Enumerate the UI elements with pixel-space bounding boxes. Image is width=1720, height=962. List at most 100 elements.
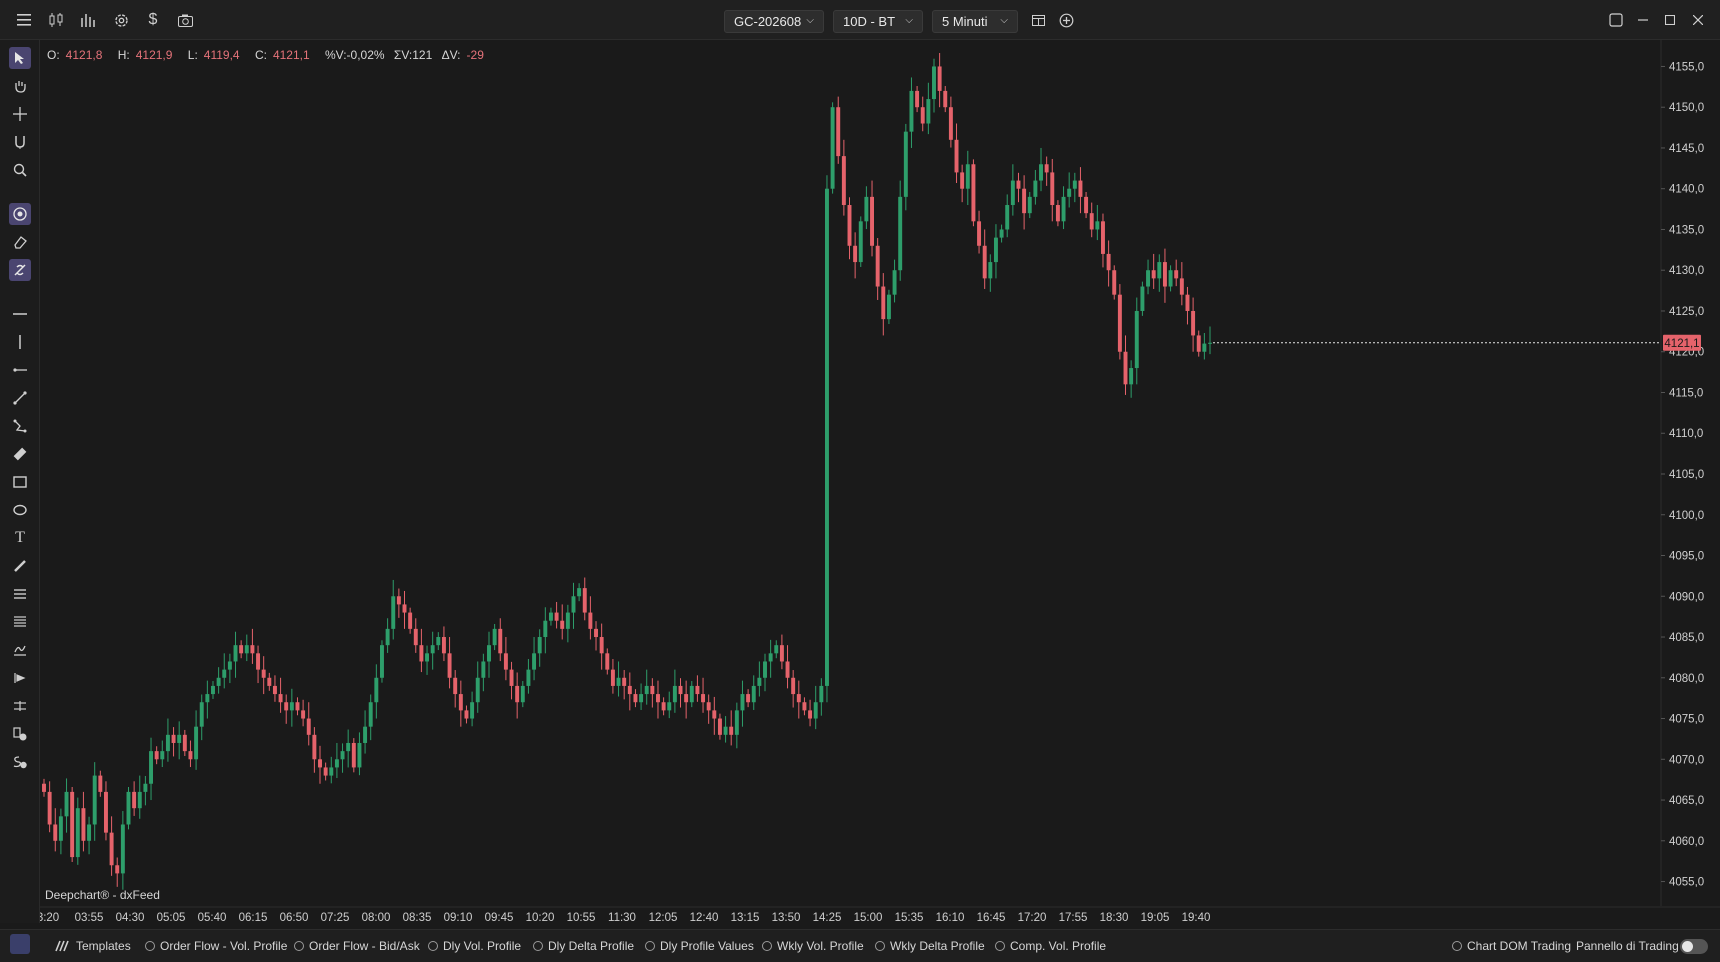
high-value: 4121,9: [135, 48, 173, 62]
pencil-icon[interactable]: [9, 555, 31, 577]
indicator-template-option[interactable]: Order Flow - Bid/Ask: [294, 939, 420, 953]
candle-body: [1146, 270, 1151, 287]
fib-extension-icon[interactable]: [9, 611, 31, 633]
text-tool-icon[interactable]: T: [9, 527, 31, 549]
vertical-line-icon[interactable]: [9, 331, 31, 353]
candle-body: [160, 751, 165, 760]
candle-body: [346, 742, 351, 752]
restore-icon[interactable]: [1604, 8, 1628, 32]
symbol-dropdown[interactable]: GC-202608 ⌵: [724, 10, 824, 33]
y-tick-label: 4090,0: [1669, 591, 1704, 603]
candle-body: [408, 612, 413, 629]
lock-tool-icon[interactable]: [9, 259, 31, 281]
candle-body: [779, 645, 784, 662]
panel-toggle-icon[interactable]: [10, 934, 30, 954]
zoom-tool-icon[interactable]: [9, 159, 31, 181]
settings-icon[interactable]: [109, 8, 133, 32]
x-tick-label: 10:55: [567, 912, 596, 923]
chart-dom-trading-option[interactable]: Chart DOM Trading: [1452, 939, 1571, 953]
candle-body: [870, 196, 875, 246]
candle-body: [374, 677, 379, 703]
indicator-template-option[interactable]: Dly Delta Profile: [533, 939, 634, 953]
close-icon[interactable]: [1686, 8, 1710, 32]
low-value: 4119,4: [203, 48, 240, 62]
x-tick-label: 10:20: [526, 912, 555, 923]
layout-icon[interactable]: [1026, 8, 1050, 32]
open-label: O:: [47, 48, 60, 62]
candle-body: [132, 791, 137, 809]
candle-body: [244, 645, 249, 654]
indicator-template-option[interactable]: Wkly Delta Profile: [875, 939, 985, 953]
templates-button[interactable]: Templates: [54, 939, 131, 953]
candle-body: [808, 710, 813, 719]
indicator-template-option[interactable]: Order Flow - Vol. Profile: [145, 939, 287, 953]
indicator-template-option[interactable]: Dly Vol. Profile: [428, 939, 521, 953]
x-tick-label: 15:35: [895, 912, 924, 923]
eraser-tool-icon[interactable]: [9, 231, 31, 253]
fibonacci-icon[interactable]: [9, 583, 31, 605]
open-value: 4121,8: [65, 48, 103, 62]
indicator-template-option[interactable]: Dly Profile Values: [645, 939, 754, 953]
interval-dropdown[interactable]: 5 Minuti ⌵: [932, 10, 1018, 33]
range-dropdown[interactable]: 10D - BT ⌵: [833, 10, 923, 33]
minimize-icon[interactable]: [1631, 8, 1655, 32]
candle-body: [289, 702, 294, 711]
candle-body: [340, 751, 345, 760]
dollar-icon[interactable]: $: [141, 8, 165, 32]
maximize-icon[interactable]: [1658, 8, 1682, 32]
signature-icon[interactable]: [9, 639, 31, 661]
candle-body: [256, 653, 261, 670]
crosshair-tool-icon[interactable]: [9, 103, 31, 125]
magnet-tool-icon[interactable]: [9, 131, 31, 153]
add-icon[interactable]: [1054, 8, 1078, 32]
x-tick-label: 12:40: [690, 912, 719, 923]
trend-line-icon[interactable]: [9, 387, 31, 409]
bottom-bar: Templates Order Flow - Vol. Profile Order…: [0, 929, 1720, 962]
candle-body: [509, 669, 514, 686]
settings-info-icon[interactable]: [9, 751, 31, 773]
candle-body: [1101, 221, 1105, 254]
radio-icon: [995, 941, 1005, 951]
candle-body: [1022, 188, 1027, 214]
order-arrow-icon[interactable]: [9, 667, 31, 689]
visibility-tool-icon[interactable]: [9, 203, 31, 225]
candle-body: [109, 832, 114, 866]
candle-type-icon[interactable]: [44, 8, 68, 32]
candle-body: [1106, 253, 1111, 271]
candle-body: [847, 205, 852, 246]
trading-panel-toggle[interactable]: [1680, 939, 1708, 954]
candle-body: [58, 816, 63, 841]
candle-body: [1027, 196, 1032, 214]
x-tick-label: 03:55: [75, 912, 104, 923]
menu-icon[interactable]: [12, 8, 36, 32]
indicator-template-option[interactable]: Comp. Vol. Profile: [995, 939, 1106, 953]
candle-body: [126, 791, 131, 825]
horizontal-line-icon[interactable]: [9, 303, 31, 325]
ruler-icon[interactable]: [9, 443, 31, 465]
candle-body: [661, 702, 666, 711]
rectangle-icon[interactable]: [9, 471, 31, 493]
range-measure-icon[interactable]: [9, 695, 31, 717]
candle-body: [988, 262, 993, 279]
candle-body: [977, 221, 982, 246]
polyline-icon[interactable]: [9, 415, 31, 437]
candle-body: [284, 702, 289, 711]
indicator-template-option[interactable]: Wkly Vol. Profile: [762, 939, 864, 953]
ray-line-icon[interactable]: [9, 359, 31, 381]
candle-body: [323, 767, 328, 776]
candle-body: [1123, 351, 1128, 385]
ellipse-icon[interactable]: [9, 499, 31, 521]
price-info-icon[interactable]: [9, 723, 31, 745]
pointer-tool-icon[interactable]: [9, 47, 31, 69]
candle-body: [351, 742, 356, 768]
candle-body: [999, 229, 1004, 238]
y-tick-label: 4110,0: [1669, 428, 1703, 440]
price-chart[interactable]: 4055,0 4060,0 4065,0 4070,0 4075,0 4080,0 4085…: [40, 40, 1720, 923]
candle-body: [357, 742, 362, 768]
bar-chart-icon[interactable]: [76, 8, 100, 32]
candle-body: [543, 620, 548, 638]
hand-tool-icon[interactable]: [9, 75, 31, 97]
y-tick-label: 4140,0: [1669, 184, 1704, 196]
camera-icon[interactable]: [173, 8, 197, 32]
candle-body: [250, 645, 255, 654]
